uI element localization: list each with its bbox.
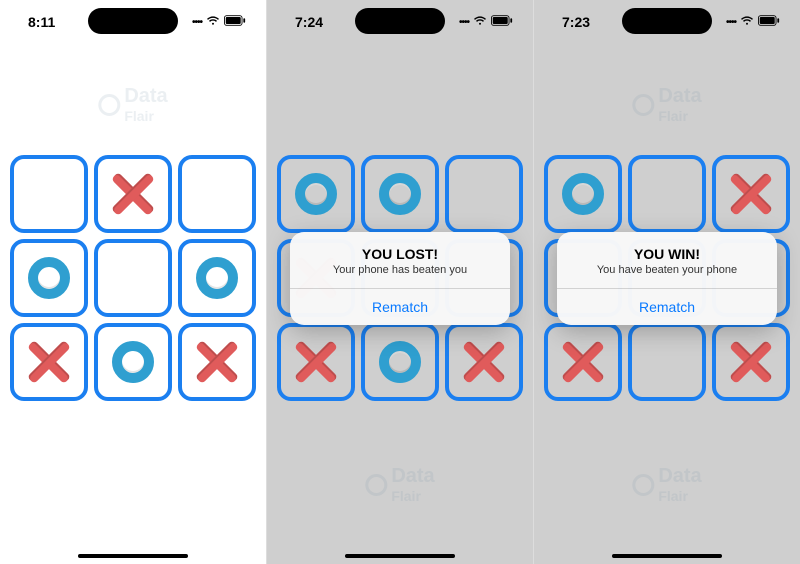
battery-icon xyxy=(224,15,246,29)
battery-icon xyxy=(491,15,513,29)
status-bar: 8:11 •••• xyxy=(0,0,266,44)
watermark-top: Data xyxy=(658,85,701,108)
result-alert: YOU WIN! You have beaten your phone Rematc… xyxy=(557,232,777,325)
o-mark-icon xyxy=(196,257,238,299)
cell-0-1[interactable] xyxy=(361,155,439,233)
status-bar: 7:23 •••• xyxy=(534,0,800,44)
o-mark-icon xyxy=(562,173,604,215)
cellular-icon: •••• xyxy=(192,17,202,28)
watermark: DataFlair xyxy=(98,85,167,124)
alert-message: Your phone has beaten you xyxy=(302,264,498,276)
o-mark-icon xyxy=(379,173,421,215)
cell-0-0[interactable] xyxy=(277,155,355,233)
x-mark-icon xyxy=(112,173,154,215)
x-mark-icon xyxy=(295,341,337,383)
wifi-icon xyxy=(740,16,754,29)
o-mark-icon xyxy=(295,173,337,215)
cell-2-2[interactable] xyxy=(178,323,256,401)
watermark: DataFlair xyxy=(632,85,701,124)
notch xyxy=(88,8,178,34)
watermark-top: Data xyxy=(391,465,434,488)
game-board xyxy=(10,155,256,401)
alert-title: YOU LOST! xyxy=(302,246,498,262)
cell-0-2[interactable] xyxy=(445,155,523,233)
home-indicator[interactable] xyxy=(345,554,455,558)
cell-2-0[interactable] xyxy=(10,323,88,401)
watermark-bottom: Flair xyxy=(658,488,701,504)
rematch-button[interactable]: Rematch xyxy=(557,288,777,325)
notch xyxy=(355,8,445,34)
x-mark-icon xyxy=(28,341,70,383)
cell-2-1[interactable] xyxy=(94,323,172,401)
watermark: DataFlair xyxy=(365,465,434,504)
cell-1-1[interactable] xyxy=(94,239,172,317)
wifi-icon xyxy=(473,16,487,29)
wifi-icon xyxy=(206,16,220,29)
watermark-top: Data xyxy=(658,465,701,488)
x-mark-icon xyxy=(730,173,772,215)
alert-title: YOU WIN! xyxy=(569,246,765,262)
cell-2-0[interactable] xyxy=(544,323,622,401)
watermark: DataFlair xyxy=(632,465,701,504)
o-mark-icon xyxy=(379,341,421,383)
cell-0-1[interactable] xyxy=(628,155,706,233)
status-time: 7:24 xyxy=(295,14,345,30)
cell-2-0[interactable] xyxy=(277,323,355,401)
watermark-bottom: Flair xyxy=(658,108,701,124)
home-indicator[interactable] xyxy=(612,554,722,558)
cell-0-0[interactable] xyxy=(544,155,622,233)
watermark-bottom: Flair xyxy=(124,108,167,124)
cell-0-2[interactable] xyxy=(178,155,256,233)
cell-1-0[interactable] xyxy=(10,239,88,317)
home-indicator[interactable] xyxy=(78,554,188,558)
cell-2-2[interactable] xyxy=(445,323,523,401)
x-mark-icon xyxy=(196,341,238,383)
cell-2-1[interactable] xyxy=(628,323,706,401)
cellular-icon: •••• xyxy=(459,17,469,28)
rematch-button[interactable]: Rematch xyxy=(290,288,510,325)
watermark-bottom: Flair xyxy=(391,488,434,504)
result-alert: YOU LOST! Your phone has beaten you Rematc… xyxy=(290,232,510,325)
cell-0-1[interactable] xyxy=(94,155,172,233)
watermark-top: Data xyxy=(124,85,167,108)
cell-2-2[interactable] xyxy=(712,323,790,401)
cellular-icon: •••• xyxy=(726,17,736,28)
battery-icon xyxy=(758,15,780,29)
phone-screen-2: 7:23••••DataFlairDataFlairYOU WIN!You ha… xyxy=(534,0,800,564)
x-mark-icon xyxy=(730,341,772,383)
notch xyxy=(622,8,712,34)
x-mark-icon xyxy=(463,341,505,383)
phone-screen-1: 7:24 •••• DataFlair YOU LOST! Your phone has… xyxy=(267,0,534,564)
cell-1-2[interactable] xyxy=(178,239,256,317)
o-mark-icon xyxy=(28,257,70,299)
x-mark-icon xyxy=(562,341,604,383)
status-time: 8:11 xyxy=(28,14,78,30)
cell-2-1[interactable] xyxy=(361,323,439,401)
cell-0-2[interactable] xyxy=(712,155,790,233)
cell-0-0[interactable] xyxy=(10,155,88,233)
o-mark-icon xyxy=(112,341,154,383)
status-time: 7:23 xyxy=(562,14,612,30)
status-bar: 7:24 •••• xyxy=(267,0,533,44)
alert-message: You have beaten your phone xyxy=(569,264,765,276)
phone-screen-0: 8:11 •••• DataFlair xyxy=(0,0,267,564)
